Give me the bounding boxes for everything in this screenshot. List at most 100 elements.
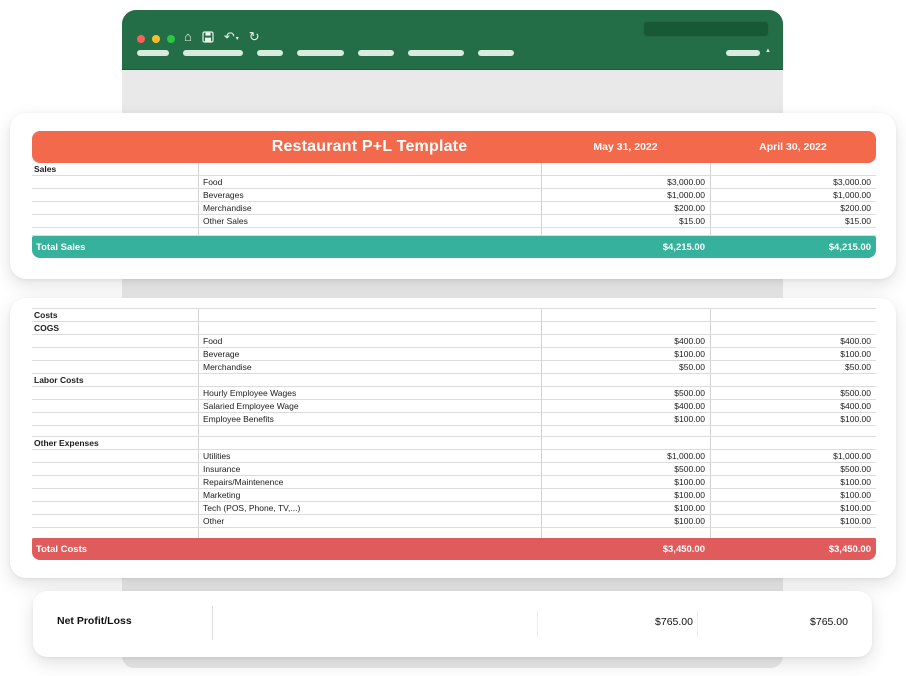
table-row: Marketing $100.00 $100.00: [32, 489, 876, 502]
costs-card: Costs COGS Food $400.00 $400.00 Beverage…: [10, 298, 896, 578]
cell-value-april: $500.00: [710, 463, 876, 475]
ribbon-tab-dash[interactable]: [408, 50, 464, 56]
section-label: Sales: [32, 163, 198, 175]
column-header-may: May 31, 2022: [541, 141, 710, 153]
table-row: Tech (POS, Phone, TV,...) $100.00 $100.0…: [32, 502, 876, 515]
total-sales-label: Total Sales: [32, 242, 541, 253]
table-row: Food $400.00 $400.00: [32, 335, 876, 348]
total-costs-may: $3,450.00: [541, 544, 710, 555]
section-row: Costs: [32, 309, 876, 322]
table-row: Utilities $1,000.00 $1,000.00: [32, 450, 876, 463]
cell-value-may: $15.00: [541, 215, 710, 227]
ribbon-tab-dash[interactable]: [183, 50, 243, 56]
ribbon-tab-dash[interactable]: [478, 50, 514, 56]
cell-value-april: $100.00: [710, 502, 876, 514]
cell-value-april: $400.00: [710, 335, 876, 347]
cell-value-may: $100.00: [541, 348, 710, 360]
sales-grid: Sales Food $3,000.00 $3,000.00 Beverages…: [32, 163, 876, 236]
section-row: Other Expenses: [32, 437, 876, 450]
cell-value-may: $3,000.00: [541, 176, 710, 188]
ribbon-tabs: [137, 50, 514, 56]
ribbon-tab-dash-right[interactable]: [726, 50, 760, 56]
traffic-light-minimize[interactable]: [152, 35, 160, 43]
section-label: COGS: [32, 322, 198, 334]
costs-grid: Costs COGS Food $400.00 $400.00 Beverage…: [32, 308, 876, 539]
cell-value-april: $100.00: [710, 489, 876, 501]
cell-value-april: $200.00: [710, 202, 876, 214]
table-row: Employee Benefits $100.00 $100.00: [32, 413, 876, 426]
section-row: Labor Costs: [32, 374, 876, 387]
cell-value-may: $500.00: [541, 463, 710, 475]
total-sales-may: $4,215.00: [541, 242, 710, 253]
cell-label: Other: [198, 515, 541, 527]
cell-label: Food: [198, 335, 541, 347]
ribbon-collapse-caret-icon[interactable]: ▲: [765, 48, 771, 54]
cell-value-may: $100.00: [541, 502, 710, 514]
cell-label: Salaried Employee Wage: [198, 400, 541, 412]
cell-label: Insurance: [198, 463, 541, 475]
total-costs-bar: Total Costs $3,450.00 $3,450.00: [32, 538, 876, 560]
cell-value-april: $100.00: [710, 476, 876, 488]
ribbon-tab-dash[interactable]: [297, 50, 344, 56]
table-row: Insurance $500.00 $500.00: [32, 463, 876, 476]
cell-value-april: $500.00: [710, 387, 876, 399]
save-icon[interactable]: [202, 31, 214, 43]
cell-label: Employee Benefits: [198, 413, 541, 425]
undo-caret-icon: ▾: [236, 30, 239, 48]
ribbon-tab-dash[interactable]: [358, 50, 394, 56]
redo-icon[interactable]: ↻: [249, 28, 260, 46]
net-profit-value-april: $765.00: [810, 616, 848, 628]
net-profit-value-may: $765.00: [655, 616, 693, 628]
section-label: Costs: [32, 309, 198, 321]
cell-value-may: $100.00: [541, 476, 710, 488]
ribbon-tab-dash[interactable]: [137, 50, 169, 56]
cell-value-april: $400.00: [710, 400, 876, 412]
section-label: Labor Costs: [32, 374, 198, 386]
cell-label: Repairs/Maintenence: [198, 476, 541, 488]
cell-value-april: $100.00: [710, 413, 876, 425]
table-row: Repairs/Maintenence $100.00 $100.00: [32, 476, 876, 489]
cell-value-april: $15.00: [710, 215, 876, 227]
traffic-light-zoom[interactable]: [167, 35, 175, 43]
cell-value-april: $3,000.00: [710, 176, 876, 188]
table-row: Food $3,000.00 $3,000.00: [32, 176, 876, 189]
cell-value-april: $50.00: [710, 361, 876, 373]
cell-label: Merchandise: [198, 202, 541, 214]
table-row: Hourly Employee Wages $500.00 $500.00: [32, 387, 876, 400]
window-titlebar: ⌂ ↶▾ ↻: [122, 10, 783, 70]
cell-value-may: $500.00: [541, 387, 710, 399]
empty-row: [32, 228, 876, 236]
cell-label: Merchandise: [198, 361, 541, 373]
cell-value-april: $1,000.00: [710, 189, 876, 201]
home-icon[interactable]: ⌂: [184, 28, 192, 46]
table-row: Salaried Employee Wage $400.00 $400.00: [32, 400, 876, 413]
cell-value-april: $100.00: [710, 515, 876, 527]
table-row: Other Sales $15.00 $15.00: [32, 215, 876, 228]
section-row: Sales: [32, 163, 876, 176]
section-label: Other Expenses: [32, 437, 198, 449]
table-row: Other $100.00 $100.00: [32, 515, 876, 528]
report-title: Restaurant P+L Template: [198, 138, 541, 156]
cell-label: Other Sales: [198, 215, 541, 227]
cell-value-may: $50.00: [541, 361, 710, 373]
total-sales-april: $4,215.00: [710, 242, 876, 253]
cell-value-may: $100.00: [541, 413, 710, 425]
cell-label: Tech (POS, Phone, TV,...): [198, 502, 541, 514]
cell-value-may: $100.00: [541, 515, 710, 527]
traffic-light-close[interactable]: [137, 35, 145, 43]
total-costs-label: Total Costs: [32, 544, 541, 555]
search-input[interactable]: [649, 24, 770, 34]
divider: [212, 606, 213, 640]
cell-label: Beverage: [198, 348, 541, 360]
cell-label: Food: [198, 176, 541, 188]
total-sales-bar: Total Sales $4,215.00 $4,215.00: [32, 236, 876, 258]
cell-value-may: $200.00: [541, 202, 710, 214]
divider: [537, 611, 538, 637]
traffic-lights: [137, 35, 175, 43]
cell-value-may: $100.00: [541, 489, 710, 501]
undo-icon[interactable]: ↶▾: [224, 28, 239, 46]
report-header: Restaurant P+L Template May 31, 2022 Apr…: [32, 131, 876, 163]
sales-card: Restaurant P+L Template May 31, 2022 Apr…: [10, 113, 896, 279]
divider: [697, 611, 698, 637]
ribbon-tab-dash[interactable]: [257, 50, 283, 56]
